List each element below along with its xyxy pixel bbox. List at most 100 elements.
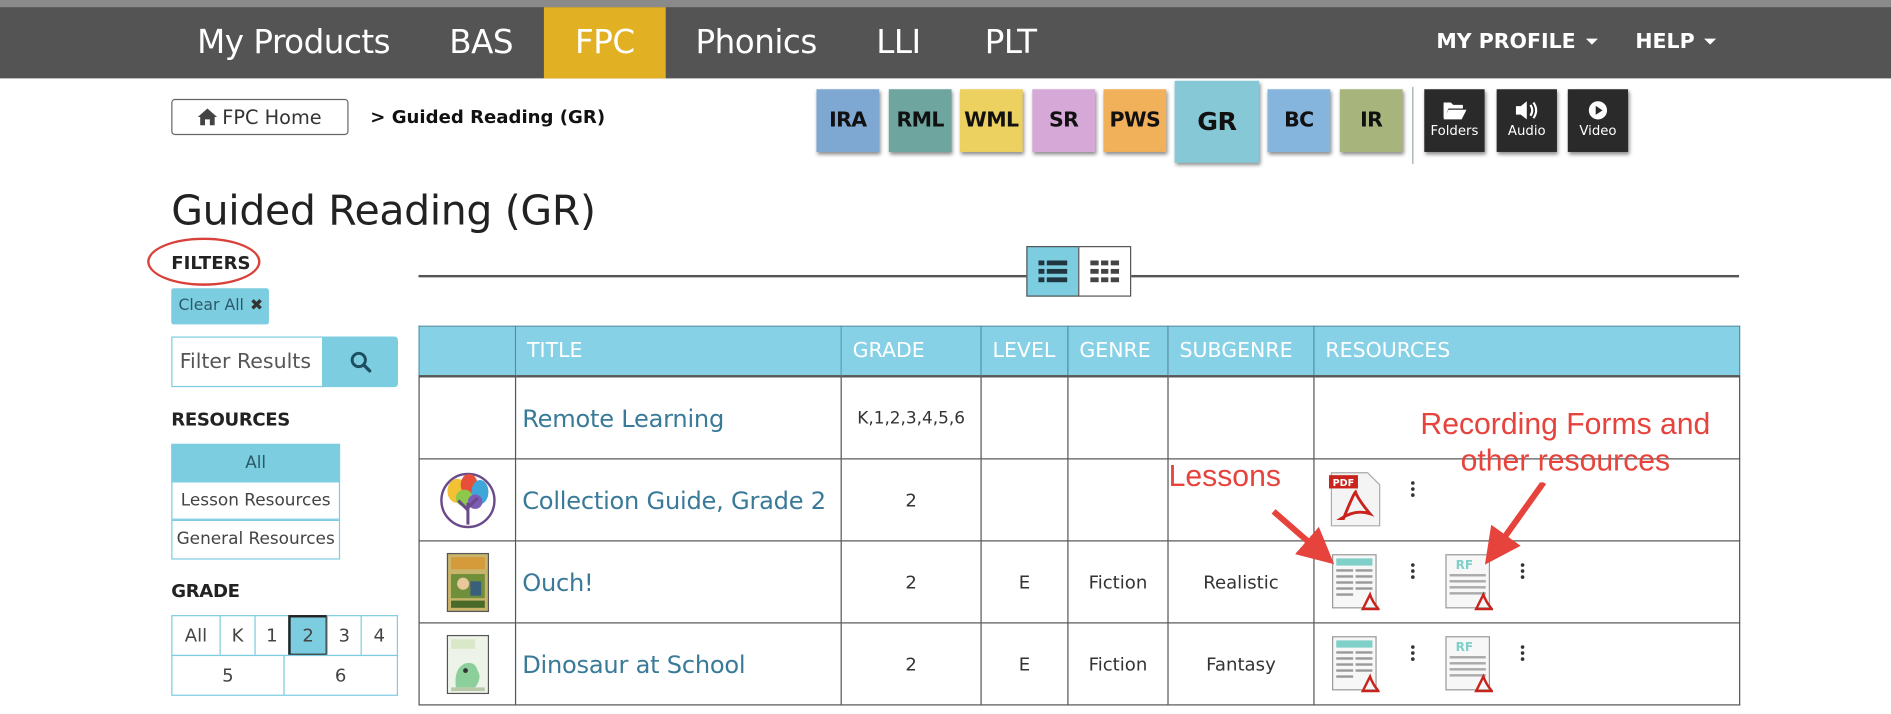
help-label: HELP (1635, 30, 1695, 55)
header-grade[interactable]: GRADE (840, 325, 982, 378)
caret-down-icon (1585, 38, 1598, 45)
grade-option-5[interactable]: 5 (171, 654, 285, 696)
resource-option-all[interactable]: All (171, 443, 341, 483)
folder-icon (1443, 102, 1467, 120)
header-genre[interactable]: GENRE (1067, 325, 1169, 378)
fpc-home-button[interactable]: FPC Home (171, 98, 349, 136)
fpc-home-label: FPC Home (222, 106, 322, 130)
video-label: Video (1579, 123, 1617, 139)
row-subgenre (1167, 375, 1315, 460)
folders-button[interactable]: Folders (1424, 89, 1485, 152)
row-resources: RF (1313, 622, 1741, 706)
row-thumb (418, 622, 517, 706)
book-cover-thumbnail[interactable] (446, 552, 489, 612)
clear-all-label: Clear All (178, 296, 244, 315)
page-title: Guided Reading (GR) (171, 186, 596, 236)
folders-label: Folders (1430, 123, 1479, 139)
more-options-icon[interactable] (1520, 645, 1526, 663)
nav-tab-plt[interactable]: PLT (971, 7, 1051, 78)
clear-all-button[interactable]: Clear All ✖ (171, 288, 269, 325)
breadcrumb-current: > Guided Reading (GR) (370, 106, 606, 128)
grade-option-6[interactable]: 6 (283, 654, 398, 696)
row-thumb (418, 540, 517, 624)
tile-sr[interactable]: SR (1032, 89, 1096, 152)
nav-tab-lli[interactable]: LLI (859, 7, 939, 78)
svg-text:RF: RF (1456, 640, 1474, 654)
list-view-button[interactable] (1026, 246, 1080, 297)
audio-label: Audio (1507, 123, 1546, 139)
resources-heading: RESOURCES (171, 408, 290, 431)
row-genre (1067, 375, 1169, 460)
book-cover-thumbnail[interactable] (446, 634, 489, 694)
play-icon (1588, 101, 1608, 120)
row-level: E (980, 622, 1069, 706)
row-grade: 2 (840, 458, 982, 542)
header-thumb (418, 325, 517, 378)
tile-wml[interactable]: WML (959, 89, 1023, 152)
tile-ira[interactable]: IRA (816, 89, 880, 152)
table-header-row: TITLE GRADE LEVEL GENRE SUBGENRE RESOURC… (418, 325, 1741, 378)
row-genre (1067, 458, 1169, 542)
row-title-link[interactable]: Ouch! (514, 540, 842, 624)
filter-results-input[interactable]: Filter Results (171, 336, 324, 388)
caret-down-icon (1704, 38, 1717, 45)
close-icon: ✖ (249, 296, 264, 315)
grade-option-all[interactable]: All (171, 615, 221, 657)
tile-ir[interactable]: IR (1339, 89, 1403, 152)
row-genre: Fiction (1067, 540, 1169, 624)
resource-option-general[interactable]: General Resources (171, 519, 341, 560)
filter-search-button[interactable] (322, 336, 398, 388)
header-subgenre[interactable]: SUBGENRE (1167, 325, 1315, 378)
row-title-link[interactable]: Dinosaur at School (514, 622, 842, 706)
row-grade: 2 (840, 622, 982, 706)
lessons-arrow (1271, 509, 1335, 565)
recording-forms-arrow (1484, 482, 1547, 565)
row-thumb (418, 375, 517, 460)
audio-button[interactable]: Audio (1496, 89, 1557, 152)
nav-tab-phonics[interactable]: Phonics (683, 7, 830, 78)
tile-gr[interactable]: GR (1174, 80, 1260, 163)
grade-option-2[interactable]: 2 (288, 615, 329, 657)
nav-tab-bas[interactable]: BAS (422, 7, 540, 78)
tile-bc[interactable]: BC (1267, 89, 1331, 152)
more-options-icon[interactable] (1411, 645, 1416, 663)
tile-rml[interactable]: RML (888, 89, 952, 152)
grade-option-4[interactable]: 4 (360, 615, 398, 657)
annotation-arrows (1271, 482, 1547, 565)
list-view-icon (1038, 260, 1068, 283)
home-icon (198, 108, 218, 126)
recording-form-icon[interactable]: RF (1445, 636, 1494, 694)
header-level[interactable]: LEVEL (980, 325, 1069, 378)
header-resources: RESOURCES (1313, 325, 1741, 378)
table-row: Dinosaur at School 2 E Fiction Fantasy R… (418, 622, 1741, 706)
row-title-link[interactable]: Remote Learning (514, 375, 842, 460)
tile-divider (1412, 86, 1414, 165)
lesson-document-icon[interactable] (1331, 636, 1380, 694)
annotation-recording-forms-line2: other resources (1460, 443, 1671, 478)
grade-option-k[interactable]: K (219, 615, 256, 657)
row-genre: Fiction (1067, 622, 1169, 706)
my-profile-label: MY PROFILE (1436, 30, 1576, 55)
nav-tab-my-products[interactable]: My Products (183, 7, 404, 78)
nav-tab-fpc[interactable]: FPC (543, 7, 666, 79)
help-menu[interactable]: HELP (1635, 7, 1717, 78)
row-title-link[interactable]: Collection Guide, Grade 2 (514, 458, 842, 542)
search-icon (350, 351, 371, 373)
grade-option-1[interactable]: 1 (254, 615, 290, 657)
annotation-recording-forms-line1: Recording Forms and (1420, 407, 1711, 442)
row-grade: 2 (840, 540, 982, 624)
my-profile-menu[interactable]: MY PROFILE (1436, 7, 1598, 78)
grid-view-button[interactable] (1078, 246, 1132, 297)
tile-pws[interactable]: PWS (1103, 89, 1167, 152)
resource-option-lesson[interactable]: Lesson Resources (171, 481, 341, 520)
row-level (980, 375, 1069, 460)
collection-tree-icon (439, 472, 496, 528)
row-thumb (418, 458, 517, 542)
row-level (980, 458, 1069, 542)
grade-option-3[interactable]: 3 (326, 615, 362, 657)
top-nav-bar: My Products BAS FPC Phonics LLI PLT MY P… (0, 0, 1891, 79)
row-grade: K,1,2,3,4,5,6 (840, 375, 982, 460)
header-title[interactable]: TITLE (514, 325, 842, 378)
row-level: E (980, 540, 1069, 624)
video-button[interactable]: Video (1567, 89, 1629, 152)
